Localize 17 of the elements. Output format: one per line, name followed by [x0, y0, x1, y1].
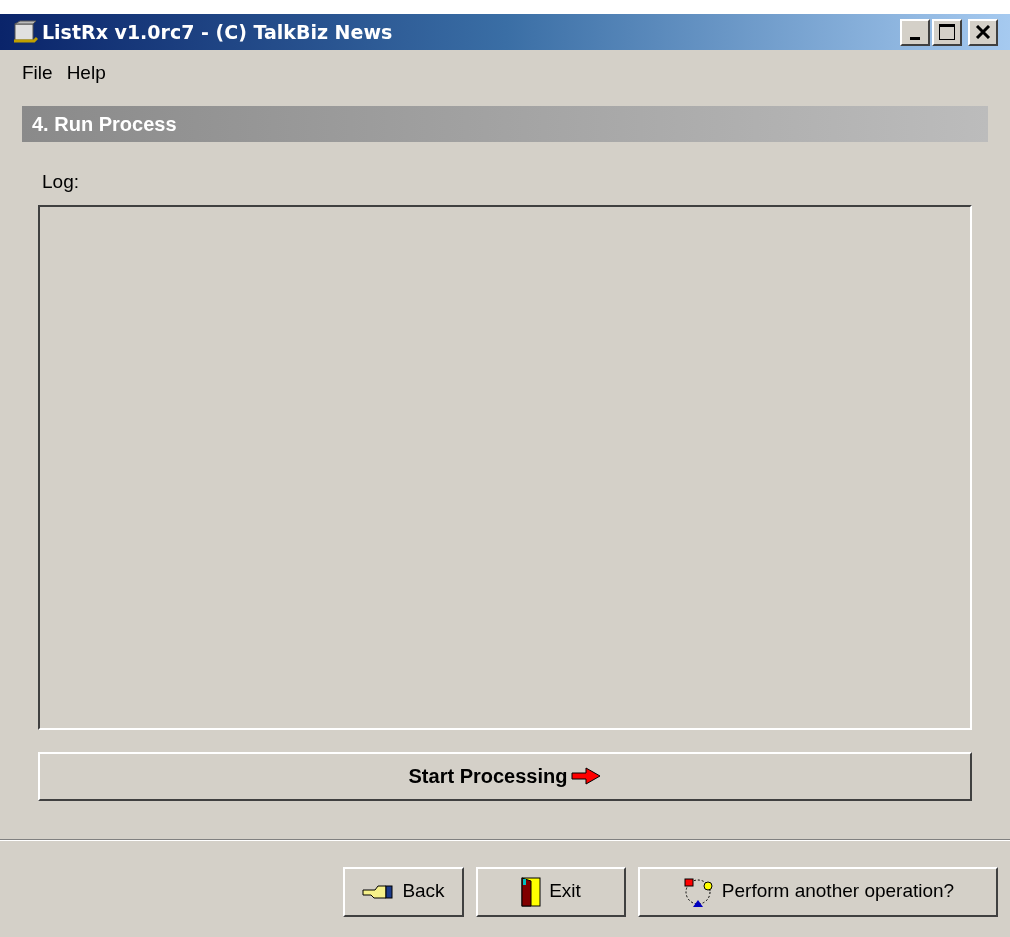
another-button[interactable]: Perform another operation?	[638, 866, 998, 917]
minimize-button[interactable]	[900, 18, 930, 46]
maximize-button[interactable]	[932, 18, 962, 46]
section-title: 4. Run Process	[32, 112, 177, 137]
menu-item[interactable]: Help	[66, 58, 106, 88]
exit-button[interactable]: Exit	[476, 866, 626, 917]
back-button[interactable]: Back	[343, 866, 464, 917]
app-icon	[12, 19, 38, 45]
window-title: ListRx v1.0rc7 - (C) TalkBiz News	[42, 19, 393, 45]
log-label: Log:	[42, 170, 80, 194]
arrow-right-icon	[571, 767, 602, 785]
start-processing-button[interactable]: Start Processing	[38, 751, 972, 801]
close-icon	[975, 25, 991, 39]
close-button[interactable]	[968, 18, 998, 46]
menu-item[interactable]: File	[22, 58, 53, 88]
door-icon	[521, 876, 542, 907]
cycle-shapes-icon	[681, 875, 714, 908]
